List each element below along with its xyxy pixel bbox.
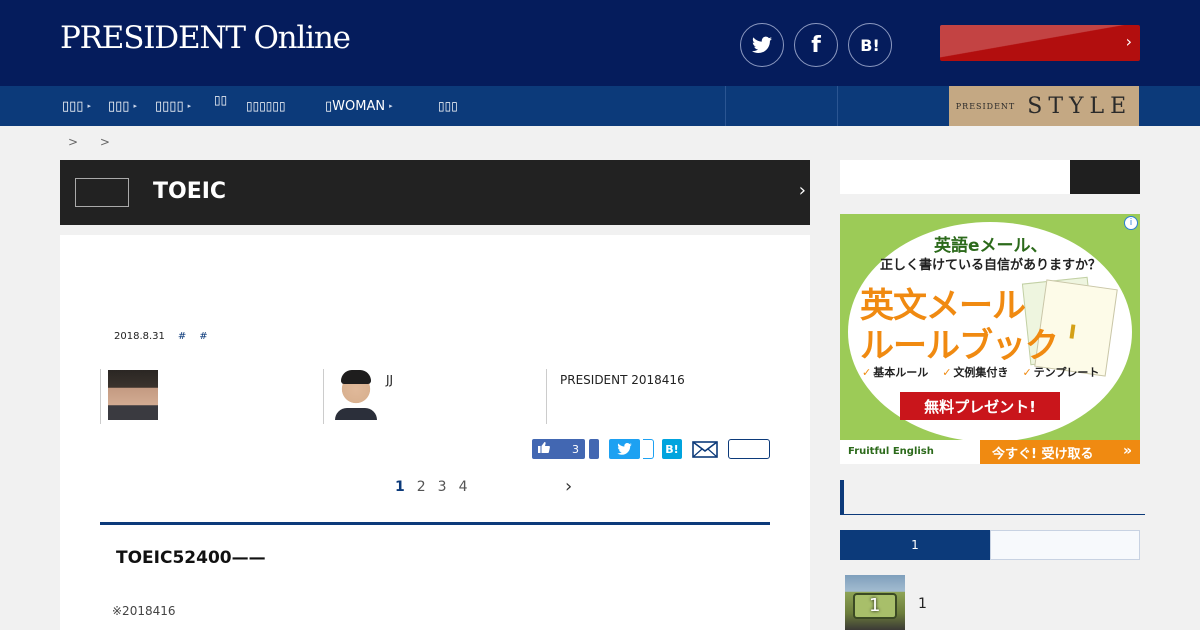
ad-free-ribbon: 無料プレゼント!	[900, 392, 1060, 420]
hatena-bookmark-icon[interactable]: B!	[848, 23, 892, 67]
nav-label: ▯▯	[214, 93, 228, 107]
page-link[interactable]: 3	[438, 479, 447, 495]
ranking-item-title[interactable]: 1	[918, 596, 927, 612]
avatar	[331, 370, 381, 420]
nav-divider	[725, 86, 726, 126]
chevron-right-icon: ›	[1125, 32, 1132, 51]
source-card: PRESIDENT 2018416	[546, 369, 770, 424]
ad-feature: テンプレート	[1022, 364, 1100, 380]
ad-cta-button[interactable]: 今すぐ! 受け取る »	[980, 440, 1140, 464]
facebook-share-button[interactable]	[589, 439, 599, 459]
premium-button[interactable]: ›	[940, 25, 1140, 61]
series-badge	[75, 178, 129, 207]
president-style-banner[interactable]: PRESIDENT STYLE	[949, 86, 1139, 126]
facebook-icon[interactable]: f	[794, 23, 838, 67]
nav-label: ▯▯▯▯▯▯	[246, 99, 286, 113]
page-link[interactable]: 4	[459, 479, 468, 495]
ad-feature: 文例集付き	[942, 364, 1008, 380]
section-rule	[100, 522, 770, 525]
nav-item-woman[interactable]: ▯WOMAN ▸	[325, 86, 393, 126]
ad-banner[interactable]: i 英語eメール、 正しく書けている自信がありますか？ 英文メール ルールブック…	[840, 214, 1140, 464]
breadcrumb-separator: >	[68, 135, 79, 149]
facebook-like-button[interactable]: 3	[532, 439, 585, 459]
ranking-heading	[840, 480, 1145, 515]
article-tag[interactable]: #	[199, 331, 207, 342]
ranking-tab[interactable]	[990, 530, 1140, 560]
nav-divider	[837, 86, 838, 126]
site-logo[interactable]: PRESIDENT Online	[60, 20, 351, 56]
author-card[interactable]: JJ	[323, 369, 547, 424]
tweet-button[interactable]	[609, 439, 640, 459]
style-banner-small: PRESIDENT	[955, 101, 1016, 111]
nav-item-4[interactable]: ▯▯	[214, 80, 227, 120]
search-input[interactable]	[840, 160, 1070, 194]
nav-item-7[interactable]: ▯▯▯	[438, 86, 458, 126]
page-link[interactable]: 2	[417, 479, 426, 495]
mail-icon[interactable]	[692, 439, 718, 459]
like-count: 3	[572, 442, 579, 456]
pagination: 1 2 3 4	[395, 479, 468, 495]
site-header: PRESIDENT Online f B! ›	[0, 0, 1200, 86]
ad-features: 基本ルール 文例集付き テンプレート	[862, 364, 1099, 380]
source-name: PRESIDENT 2018416	[560, 373, 685, 387]
nav-item-3[interactable]: ▯▯▯▯ ▸	[155, 86, 191, 126]
avatar	[108, 370, 158, 420]
search-button[interactable]	[1070, 160, 1140, 194]
ad-heading: 英語eメール、	[934, 236, 1048, 256]
ad-cta-label: 今すぐ! 受け取る	[992, 446, 1094, 462]
nav-label: ▯▯▯▯	[155, 98, 184, 114]
tweet-count	[643, 439, 654, 459]
series-header[interactable]: TOEIC ›	[60, 160, 810, 225]
caret-right-icon: ▸	[133, 102, 137, 110]
ad-title-line2: ルールブック	[860, 326, 1059, 366]
article-note: ※2018416	[112, 604, 176, 618]
nav-label: ▯▯▯	[62, 98, 84, 114]
button-shine	[940, 25, 1140, 61]
article-tag[interactable]: #	[178, 331, 186, 342]
caret-right-icon: ▸	[87, 102, 91, 110]
article-date: 2018.8.31	[114, 331, 165, 342]
ranking-number: 1	[869, 595, 881, 616]
ad-info-icon[interactable]: i	[1124, 216, 1138, 230]
nav-item-2[interactable]: ▯▯▯ ▸	[108, 86, 137, 126]
twitter-icon[interactable]	[740, 23, 784, 67]
author-card[interactable]	[100, 369, 324, 424]
ad-footer: Fruitful English 今すぐ! 受け取る »	[840, 440, 1140, 464]
nav-label: ▯▯▯	[438, 99, 458, 113]
caret-right-icon: ▸	[389, 102, 393, 110]
ranking-thumbnail[interactable]: 1	[845, 575, 905, 630]
nav-label: ▯▯▯	[108, 98, 130, 114]
author-name: JJ	[386, 373, 394, 387]
nav-item-5[interactable]: ▯▯▯▯▯▯	[246, 86, 286, 126]
thumbs-up-icon	[538, 442, 550, 456]
ad-subheading: 正しく書けている自信がありますか？	[880, 258, 1102, 273]
chevron-right-icon: ›	[798, 180, 806, 201]
ranking-tab-active[interactable]: 1	[840, 530, 990, 560]
next-page-icon[interactable]: ›	[565, 476, 572, 497]
article-meta: 2018.8.31 # #	[114, 331, 208, 342]
style-banner-big: STYLE	[1027, 93, 1133, 119]
ad-brand: Fruitful English	[848, 446, 934, 457]
double-chevron-icon: »	[1122, 443, 1132, 459]
book-bookmark	[1069, 324, 1076, 339]
article-card: 2018.8.31 # # JJ PRESIDENT 2018416 3 B! …	[60, 235, 810, 630]
article-headline: TOEIC52400——	[116, 548, 266, 568]
breadcrumb: > >	[68, 135, 128, 149]
nav-label: ▯WOMAN	[325, 98, 386, 114]
series-title: TOEIC	[153, 179, 227, 204]
copy-link-button[interactable]	[728, 439, 770, 459]
hatena-bookmark-button[interactable]: B!	[662, 439, 682, 459]
page-link-current[interactable]: 1	[395, 479, 405, 495]
caret-right-icon: ▸	[187, 102, 192, 110]
breadcrumb-separator: >	[99, 135, 110, 149]
nav-item-1[interactable]: ▯▯▯ ▸	[62, 86, 91, 126]
ad-feature: 基本ルール	[862, 364, 928, 380]
